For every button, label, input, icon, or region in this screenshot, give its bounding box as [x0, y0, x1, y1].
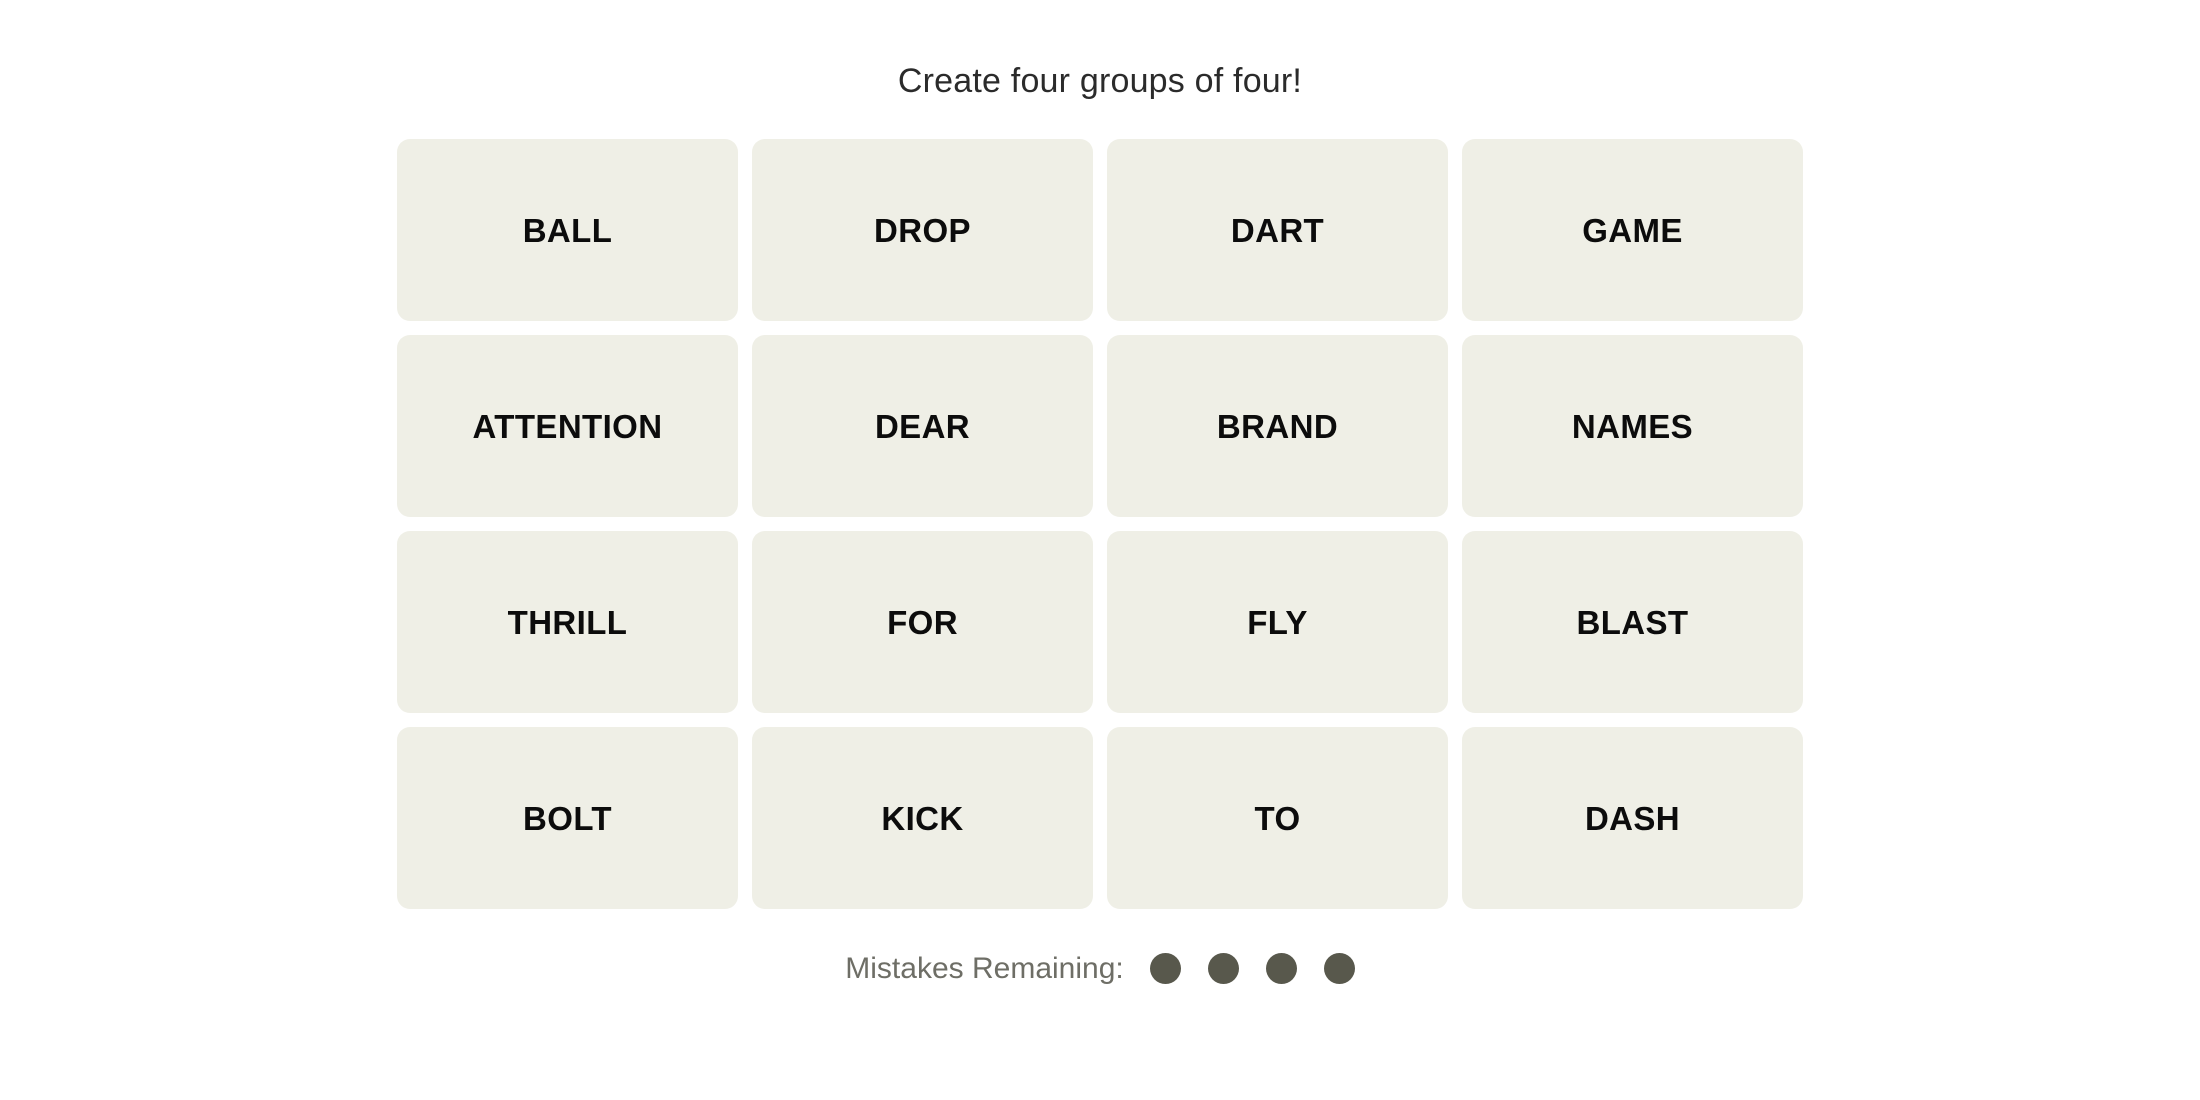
word-tile-dart[interactable]: DART — [1107, 139, 1448, 321]
mistake-dot-icon — [1265, 953, 1297, 984]
word-tile-kick[interactable]: KICK — [752, 727, 1093, 909]
word-tile-thrill[interactable]: THRILL — [397, 531, 738, 713]
word-tile-ball[interactable]: BALL — [397, 139, 738, 321]
word-tile-blast[interactable]: BLAST — [1462, 531, 1803, 713]
word-tile-dash[interactable]: DASH — [1462, 727, 1803, 909]
word-tile-label: BOLT — [523, 799, 612, 837]
word-tile-label: DROP — [874, 211, 971, 249]
word-tile-label: FOR — [887, 603, 958, 641]
mistakes-remaining-bar: Mistakes Remaining: — [845, 951, 1355, 985]
mistake-dot-icon — [1207, 953, 1239, 984]
word-tile-label: BALL — [522, 211, 613, 249]
word-tile-brand[interactable]: BRAND — [1107, 335, 1448, 517]
word-tile-label: THRILL — [507, 603, 628, 641]
word-tile-fly[interactable]: FLY — [1107, 531, 1448, 713]
word-tile-label: BLAST — [1576, 603, 1689, 641]
word-tile-attention[interactable]: ATTENTION — [397, 335, 738, 517]
page-title: Create four groups of four! — [897, 62, 1303, 100]
word-tile-label: FLY — [1247, 603, 1308, 641]
word-tile-label: KICK — [881, 799, 964, 837]
word-tile-for[interactable]: FOR — [752, 531, 1093, 713]
mistakes-dots — [1149, 953, 1355, 984]
word-tile-drop[interactable]: DROP — [752, 139, 1093, 321]
mistake-dot-icon — [1323, 953, 1355, 984]
word-tile-label: DEAR — [874, 407, 971, 445]
word-tile-label: DASH — [1584, 799, 1681, 837]
mistake-dot-icon — [1149, 953, 1181, 984]
mistakes-remaining-label: Mistakes Remaining: — [845, 951, 1124, 985]
word-grid: BALL DROP DART GAME ATTENTION DEAR BRAND… — [397, 139, 1803, 909]
word-tile-label: NAMES — [1571, 407, 1694, 445]
connections-game: Create four groups of four! BALL DROP DA… — [0, 0, 2200, 1100]
word-tile-bolt[interactable]: BOLT — [397, 727, 738, 909]
word-tile-label: TO — [1254, 799, 1301, 837]
word-tile-label: BRAND — [1216, 407, 1339, 445]
word-tile-to[interactable]: TO — [1107, 727, 1448, 909]
word-tile-label: ATTENTION — [472, 407, 663, 445]
word-tile-names[interactable]: NAMES — [1462, 335, 1803, 517]
word-tile-dear[interactable]: DEAR — [752, 335, 1093, 517]
word-tile-label: DART — [1230, 211, 1325, 249]
word-tile-game[interactable]: GAME — [1462, 139, 1803, 321]
word-tile-label: GAME — [1582, 211, 1683, 249]
